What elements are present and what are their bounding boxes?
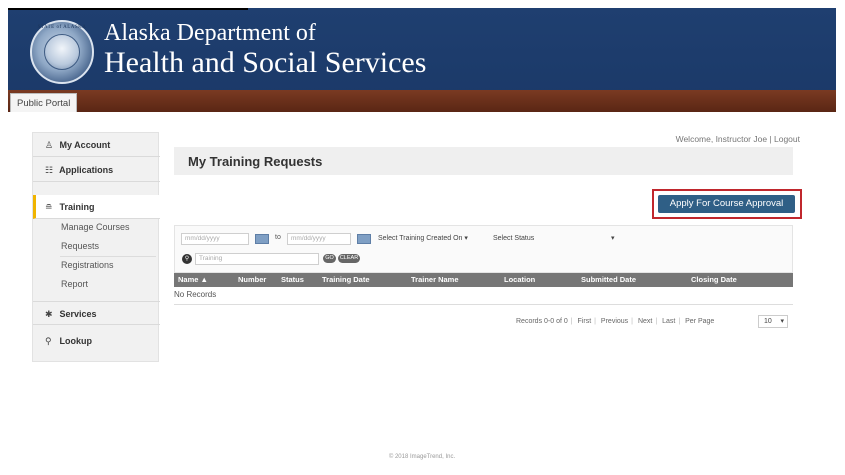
page-header: My Training Requests [174, 147, 793, 175]
footer-copyright: © 2018 ImageTrend, Inc. [388, 454, 456, 460]
page-title: My Training Requests [188, 154, 323, 169]
status-select-value: Select Status [493, 235, 535, 242]
column-header-training-date[interactable]: Training Date [322, 273, 370, 287]
sidebar-item-training[interactable]: ≘ Training [33, 195, 160, 219]
sidebar-item-applications[interactable]: ☷ Applications [33, 158, 160, 182]
per-page-label: Per Page [685, 318, 715, 325]
column-header-closing-date[interactable]: Closing Date [691, 273, 737, 287]
date-type-select[interactable]: Select Training Created On ▾ [378, 233, 482, 245]
portal-bar: Public Portal [8, 90, 836, 112]
column-header-trainer-name[interactable]: Trainer Name [411, 273, 459, 287]
seal-text: STATE of ALASKA [37, 25, 87, 30]
welcome-logout-text[interactable]: Welcome, Instructor Joe | Logout [676, 134, 800, 144]
search-icon: ⚲ [182, 254, 192, 264]
calendar-icon[interactable] [255, 234, 269, 244]
page-frame: STATE of ALASKA Alaska Department of Hea… [8, 8, 836, 466]
sidebar: ♙ My Account ☷ Applications ≘ Training M… [32, 132, 160, 362]
sidebar-subitem-manage-courses[interactable]: Manage Courses [61, 222, 130, 232]
empty-table-message: No Records [174, 290, 217, 299]
sidebar-item-lookup[interactable]: ⚲ Lookup [33, 329, 160, 353]
sidebar-item-label: My Account [59, 140, 111, 150]
main-content: ♙ My Account ☷ Applications ≘ Training M… [8, 112, 836, 466]
date-type-select-value: Select Training Created On [378, 235, 463, 242]
pagination: Records 0-0 of 0 | First | Previous | Next |… [516, 316, 717, 328]
user-icon: ♙ [45, 140, 54, 150]
clear-button[interactable]: CLEAR [338, 254, 360, 263]
go-button[interactable]: GO [323, 254, 336, 263]
sidebar-item-label: Services [59, 309, 97, 319]
previous-page-link[interactable]: Previous [601, 316, 628, 328]
records-count: Records 0-0 of 0 [516, 318, 568, 325]
state-seal-logo: STATE of ALASKA [30, 20, 94, 84]
to-label: to [275, 234, 281, 241]
date-from-input[interactable]: mm/dd/yyyy [181, 233, 249, 245]
next-page-link[interactable]: Next [638, 316, 652, 328]
sidebar-subitem-registrations[interactable]: Registrations [61, 260, 114, 270]
column-header-location[interactable]: Location [504, 273, 535, 287]
chevron-down-icon: ▾ [611, 235, 615, 242]
seal-center [44, 34, 80, 70]
tab-public-portal[interactable]: Public Portal [10, 93, 78, 112]
status-select[interactable]: Select Status ▾ [493, 233, 623, 245]
sidebar-divider [60, 256, 156, 257]
table-header: Name ▲ Number Status Training Date Train… [174, 273, 793, 287]
first-page-link[interactable]: First [578, 316, 592, 328]
sidebar-item-label: Lookup [59, 336, 93, 346]
calendar-icon[interactable] [357, 234, 371, 244]
last-page-link[interactable]: Last [662, 316, 675, 328]
per-page-select[interactable]: 10 ▾ [758, 315, 788, 328]
top-border-line [8, 8, 248, 10]
sidebar-subitem-requests[interactable]: Requests [61, 241, 99, 251]
column-header-status[interactable]: Status [281, 273, 304, 287]
gear-icon: ✱ [45, 309, 53, 319]
header-title-line1: Alaska Department of [104, 20, 316, 46]
column-header-number[interactable]: Number [238, 273, 266, 287]
per-page-value: 10 [764, 318, 772, 325]
sidebar-item-services[interactable]: ✱ Services [33, 301, 160, 325]
column-header-name[interactable]: Name ▲ [178, 273, 208, 287]
search-icon: ⚲ [45, 336, 52, 346]
training-icon: ≘ [45, 202, 53, 212]
sidebar-subitem-report[interactable]: Report [61, 279, 88, 289]
applications-icon: ☷ [45, 165, 54, 175]
chevron-down-icon: ▾ [780, 318, 784, 325]
filter-panel: mm/dd/yyyy to mm/dd/yyyy Select Training… [174, 225, 793, 273]
sidebar-item-my-account[interactable]: ♙ My Account [33, 133, 160, 157]
search-input[interactable]: Training [195, 253, 319, 265]
chevron-down-icon: ▾ [464, 235, 468, 242]
sidebar-item-label: Training [59, 202, 95, 212]
header-title-line2: Health and Social Services [104, 46, 427, 79]
column-header-submitted-date[interactable]: Submitted Date [581, 273, 636, 287]
date-to-input[interactable]: mm/dd/yyyy [287, 233, 351, 245]
apply-course-approval-button[interactable]: Apply For Course Approval [658, 195, 795, 213]
sidebar-item-label: Applications [59, 165, 114, 175]
table-divider [174, 304, 793, 305]
